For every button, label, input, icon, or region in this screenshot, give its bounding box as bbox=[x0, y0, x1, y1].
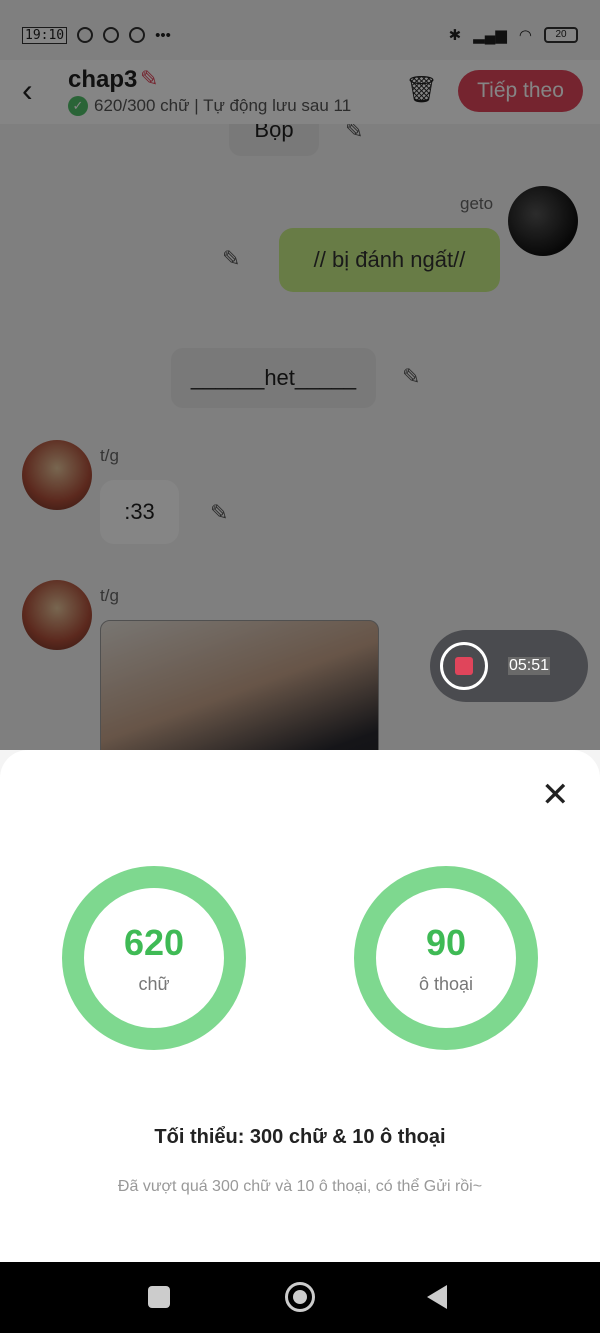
dialogues-value: 90 bbox=[425, 921, 467, 963]
record-stop-button[interactable] bbox=[440, 642, 488, 690]
system-nav-bar bbox=[0, 1262, 600, 1333]
requirement-note: Đã vượt quá 300 chữ và 10 ô thoại, có th… bbox=[117, 1178, 483, 1195]
screen-recorder[interactable]: 05:51 bbox=[430, 630, 588, 702]
home-icon[interactable] bbox=[285, 1282, 315, 1312]
words-value: 620 bbox=[123, 921, 185, 963]
dialogues-ring: 90 ô thoại bbox=[354, 866, 538, 1050]
words-label: chữ bbox=[138, 973, 170, 994]
stop-icon bbox=[455, 657, 473, 675]
dialogues-label: ô thoại bbox=[418, 973, 474, 994]
stats-sheet: ✕ 620 chữ 90 ô thoại Tối thiểu: 300 chữ … bbox=[0, 750, 600, 1262]
words-ring: 620 chữ bbox=[62, 866, 246, 1050]
back-nav-icon[interactable] bbox=[427, 1285, 447, 1309]
home-icon-inner bbox=[293, 1290, 307, 1304]
recents-icon[interactable] bbox=[148, 1286, 170, 1308]
minimum-requirement: Tối thiểu: 300 chữ & 10 ô thoại bbox=[154, 1126, 446, 1148]
close-icon[interactable]: ✕ bbox=[541, 778, 570, 812]
record-timer: 05:51 bbox=[508, 657, 551, 675]
